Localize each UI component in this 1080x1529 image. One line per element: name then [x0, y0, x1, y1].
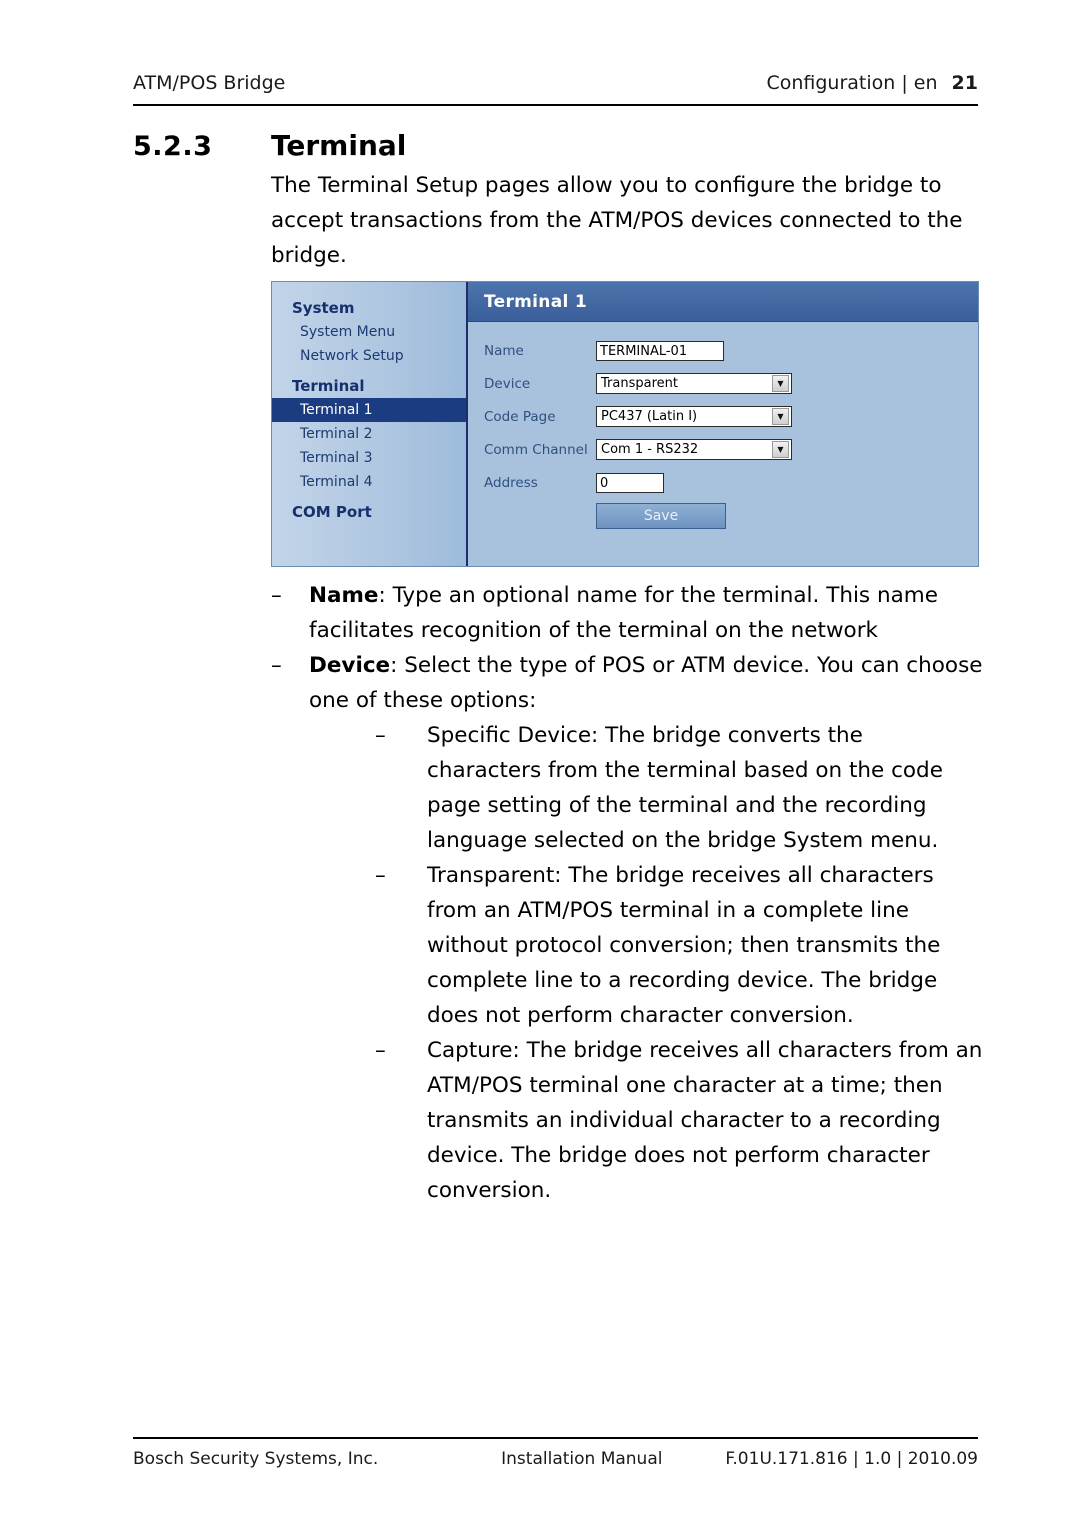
address-input[interactable]: 0 — [596, 472, 664, 493]
name-input[interactable]: TERMINAL-01 — [596, 340, 724, 361]
screenshot-main-panel: Terminal 1 Name TERMINAL-01 Device Trans… — [468, 282, 978, 566]
form-row-name: Name TERMINAL-01 — [484, 334, 978, 367]
page-footer: Bosch Security Systems, Inc. Installatio… — [133, 1449, 978, 1469]
device-select[interactable]: Transparent ▼ — [596, 373, 792, 394]
chevron-down-icon[interactable]: ▼ — [772, 441, 789, 458]
header-right-group: Configuration | en 21 — [766, 72, 978, 94]
sub-bullet-specific-device: – Specific Device: The bridge converts t… — [375, 718, 983, 858]
page-number: 21 — [951, 72, 978, 94]
sidebar-heading-terminal: Terminal — [292, 377, 365, 395]
bullet-device: – Device: Select the type of POS or ATM … — [271, 648, 983, 718]
bullet-device-label: Device — [309, 653, 391, 678]
bullet-dash: – — [375, 1038, 386, 1063]
sub-bullet-transparent-text: Transparent: The bridge receives all cha… — [427, 863, 941, 1028]
code-page-select-value: PC437 (Latin I) — [601, 409, 698, 424]
sidebar-item-system-menu[interactable]: System Menu — [272, 320, 466, 344]
bullet-name: – Name: Type an optional name for the te… — [271, 578, 983, 648]
sidebar-item-terminal-4[interactable]: Terminal 4 — [272, 470, 466, 494]
header-left-text: ATM/POS Bridge — [133, 72, 286, 94]
body-bullets: – Name: Type an optional name for the te… — [271, 578, 983, 1208]
form-row-address: Address 0 — [484, 466, 978, 499]
footer-left: Bosch Security Systems, Inc. — [133, 1449, 379, 1469]
chevron-down-icon[interactable]: ▼ — [772, 375, 789, 392]
sidebar-heading-com-port[interactable]: COM Port — [272, 500, 466, 524]
sidebar-item-terminal-1[interactable]: Terminal 1 — [272, 398, 466, 422]
label-address: Address — [484, 474, 538, 491]
chevron-down-icon[interactable]: ▼ — [772, 408, 789, 425]
bullet-dash: – — [375, 863, 386, 888]
comm-channel-select-value: Com 1 - RS232 — [601, 442, 699, 457]
sidebar-item-terminal-2[interactable]: Terminal 2 — [272, 422, 466, 446]
form-row-code-page: Code Page PC437 (Latin I) ▼ — [484, 400, 978, 433]
header-divider — [133, 104, 978, 106]
footer-right: F.01U.171.816 | 1.0 | 2010.09 — [725, 1449, 978, 1469]
bullet-name-body: : Type an optional name for the terminal… — [309, 583, 938, 643]
intro-paragraph: The Terminal Setup pages allow you to co… — [271, 173, 963, 268]
panel-title: Terminal 1 — [484, 291, 587, 312]
page-header: ATM/POS Bridge Configuration | en 21 — [133, 72, 978, 94]
comm-channel-select[interactable]: Com 1 - RS232 ▼ — [596, 439, 792, 460]
bullet-name-text: Name: Type an optional name for the term… — [309, 578, 983, 648]
screenshot-sidebar: System System Menu Network Setup Termina… — [272, 282, 468, 566]
sidebar-heading-system: System — [292, 299, 355, 317]
sub-bullet-transparent: – Transparent: The bridge receives all c… — [375, 858, 983, 1033]
label-code-page: Code Page — [484, 408, 556, 425]
sub-bullet-capture: – Capture: The bridge receives all chara… — [375, 1033, 983, 1208]
terminal-form: Name TERMINAL-01 Device Transparent ▼ Co… — [468, 322, 978, 529]
form-row-comm-channel: Comm Channel Com 1 - RS232 ▼ — [484, 433, 978, 466]
footer-center: Installation Manual — [501, 1449, 663, 1469]
device-select-value: Transparent — [601, 376, 678, 391]
page-title: Terminal — [271, 129, 407, 162]
section-number: 5.2.3 — [133, 131, 213, 162]
label-device: Device — [484, 375, 531, 392]
label-name: Name — [484, 342, 524, 359]
sidebar-item-terminal-3[interactable]: Terminal 3 — [272, 446, 466, 470]
sub-bullet-capture-text: Capture: The bridge receives all charact… — [427, 1038, 983, 1203]
code-page-select[interactable]: PC437 (Latin I) ▼ — [596, 406, 792, 427]
bullet-dash: – — [271, 653, 282, 678]
footer-divider — [133, 1437, 978, 1439]
label-comm-channel: Comm Channel — [484, 441, 588, 458]
sub-bullet-specific-device-text: Specific Device: The bridge converts the… — [427, 723, 943, 853]
bullet-dash: – — [375, 723, 386, 748]
save-button[interactable]: Save — [596, 503, 726, 529]
bullet-dash: – — [271, 583, 282, 608]
panel-titlebar: Terminal 1 — [468, 282, 978, 322]
sidebar-item-network-setup[interactable]: Network Setup — [272, 344, 466, 368]
form-row-device: Device Transparent ▼ — [484, 367, 978, 400]
bullet-name-label: Name — [309, 583, 379, 608]
bullet-device-body: : Select the type of POS or ATM device. … — [309, 653, 983, 713]
header-right-text: Configuration | en — [766, 72, 938, 94]
terminal-setup-screenshot: System System Menu Network Setup Termina… — [271, 281, 979, 567]
document-page: ATM/POS Bridge Configuration | en 21 5.2… — [0, 0, 1080, 1529]
bullet-device-text: Device: Select the type of POS or ATM de… — [309, 648, 983, 718]
